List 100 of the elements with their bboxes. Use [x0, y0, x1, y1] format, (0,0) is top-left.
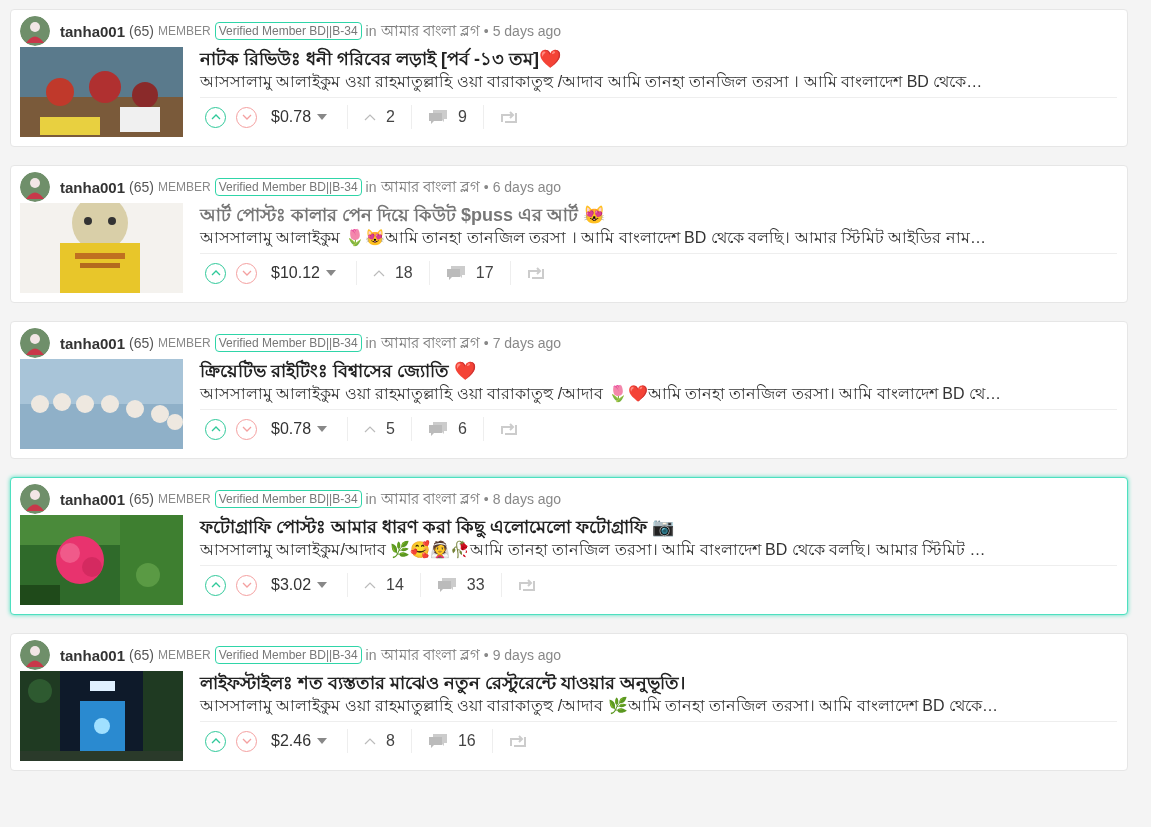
downvote-button[interactable]: [236, 418, 257, 440]
in-label: in: [365, 179, 377, 195]
resteem-icon[interactable]: [517, 578, 536, 592]
comment-count[interactable]: 6: [457, 420, 467, 438]
caret-icon: [317, 114, 328, 120]
reputation: (65): [129, 179, 154, 195]
upvote-button[interactable]: [205, 730, 226, 752]
chevron-down-icon: [241, 738, 252, 744]
upvote-button[interactable]: [205, 418, 226, 440]
author-link[interactable]: tanha001: [60, 178, 126, 196]
post-excerpt[interactable]: আসসালামু আলাইকুম ওয়া রাহমাতুল্লাহি ওয়া বারাকাতুহু /আদাব আমি তানহা তানজিল তরসা । আমি বাংলাদেশ BD থেকে…: [200, 71, 1117, 98]
downvote-button[interactable]: [236, 574, 257, 596]
payout-dropdown[interactable]: $0.78: [267, 108, 332, 126]
chevron-up-icon: [364, 113, 377, 121]
role-label: MEMBER: [157, 24, 211, 38]
member-badge: Verified Member BD||B-34: [214, 334, 362, 352]
post-excerpt[interactable]: আসসালামু আলাইকুম/আদাব 🌿🥰👰🥀আমি তানহা তানজিল তরসা। আমি বাংলাদেশ BD থেকে বলছি। আমার স্টিমিট …: [200, 539, 1117, 566]
chevron-up-icon: [364, 425, 377, 433]
post-excerpt[interactable]: আসসালামু আলাইকুম 🌷😻আমি তানহা তানজিল তরসা । আমি বাংলাদেশ BD থেকে বলছি। আমার স্টিমিট আইডির নাম…: [200, 227, 1117, 254]
vote-count[interactable]: 5: [386, 420, 395, 438]
post-age: • 9 days ago: [483, 647, 562, 663]
member-badge: Verified Member BD||B-34: [214, 178, 362, 196]
member-badge: Verified Member BD||B-34: [214, 646, 362, 664]
community-link[interactable]: আমার বাংলা ব্লগ: [380, 330, 480, 356]
member-badge: Verified Member BD||B-34: [214, 22, 362, 40]
vote-count[interactable]: 8: [386, 732, 395, 750]
chevron-up-icon: [210, 738, 221, 744]
chevron-down-icon: [241, 582, 252, 588]
avatar[interactable]: [20, 484, 50, 514]
upvote-button[interactable]: [205, 262, 226, 284]
avatar[interactable]: [20, 172, 50, 202]
resteem-icon[interactable]: [508, 734, 527, 748]
comment-count[interactable]: 9: [457, 108, 467, 126]
community-link[interactable]: আমার বাংলা ব্লগ: [380, 18, 480, 44]
post-title[interactable]: নাটক রিভিউঃ ধনী গরিবের লড়াই [পর্ব -১৩ তম]❤: [200, 47, 1117, 71]
caret-icon: [317, 582, 328, 588]
resteem-icon[interactable]: [499, 422, 518, 436]
resteem-icon[interactable]: [499, 110, 518, 124]
role-label: MEMBER: [157, 492, 211, 506]
comments-icon[interactable]: [427, 733, 448, 749]
caret-icon: [317, 738, 328, 744]
upvote-button[interactable]: [205, 106, 226, 128]
payout-dropdown[interactable]: $10.12: [267, 264, 340, 282]
post-age: • 8 days ago: [483, 491, 562, 507]
comments-icon[interactable]: [436, 577, 457, 593]
post-title[interactable]: ফটোগ্রাফি পোস্টঃ আমার ধারণ করা কিছু এলোমেলো ফটোগ্রাফি 📷: [200, 515, 1117, 539]
in-label: in: [365, 23, 377, 39]
post-age: • 5 days ago: [483, 23, 562, 39]
role-label: MEMBER: [157, 336, 211, 350]
payout-dropdown[interactable]: $0.78: [267, 420, 332, 438]
comments-icon[interactable]: [445, 265, 466, 281]
vote-count[interactable]: 2: [386, 108, 395, 126]
chevron-down-icon: [241, 426, 252, 432]
comment-count[interactable]: 16: [457, 732, 476, 750]
member-badge: Verified Member BD||B-34: [214, 490, 362, 508]
resteem-icon[interactable]: [526, 266, 545, 280]
author-link[interactable]: tanha001: [60, 646, 126, 664]
reputation: (65): [129, 491, 154, 507]
payout-dropdown[interactable]: $3.02: [267, 576, 332, 594]
caret-icon: [325, 270, 336, 276]
payout-dropdown[interactable]: $2.46: [267, 732, 332, 750]
avatar[interactable]: [20, 328, 50, 358]
author-link[interactable]: tanha001: [60, 334, 126, 352]
vote-count[interactable]: 14: [386, 576, 404, 594]
post-title[interactable]: আর্ট পোস্টঃ কালার পেন দিয়ে কিউট $puss এর আর্ট 😻: [200, 203, 1117, 227]
downvote-button[interactable]: [236, 106, 257, 128]
reputation: (65): [129, 647, 154, 663]
chevron-up-icon: [210, 270, 221, 276]
author-link[interactable]: tanha001: [60, 490, 126, 508]
post-age: • 6 days ago: [483, 179, 562, 195]
in-label: in: [365, 491, 377, 507]
downvote-button[interactable]: [236, 730, 257, 752]
role-label: MEMBER: [157, 648, 211, 662]
post-title[interactable]: ক্রিয়েটিভ রাইটিংঃ বিশ্বাসের জ্যোতি ❤: [200, 359, 1117, 383]
post-excerpt[interactable]: আসসালামু আলাইকুম ওয়া রাহমাতুল্লাহি ওয়া বারাকাতুহু /আদাব 🌿আমি তানহা তানজিল তরসা। আমি বাংলাদেশ BD থেকে…: [200, 695, 1117, 722]
post-excerpt[interactable]: আসসালামু আলাইকুম ওয়া রাহমাতুল্লাহি ওয়া বারাকাতুহু /আদাব 🌷❤আমি তানহা তানজিল তরসা। আমি বাংলাদেশ BD থে…: [200, 383, 1117, 410]
comment-count[interactable]: 33: [466, 576, 485, 594]
vote-count[interactable]: 18: [394, 264, 413, 282]
avatar[interactable]: [20, 640, 50, 670]
chevron-up-icon: [364, 581, 377, 589]
community-link[interactable]: আমার বাংলা ব্লগ: [380, 642, 480, 668]
community-link[interactable]: আমার বাংলা ব্লগ: [380, 174, 480, 200]
chevron-up-icon: [210, 426, 221, 432]
post-title[interactable]: লাইফস্টাইলঃ শত ব্যস্ততার মাঝেও নতুন রেস্টুরেন্টে যাওয়ার অনুভূতি।: [200, 671, 1117, 695]
comments-icon[interactable]: [427, 109, 448, 125]
comment-count[interactable]: 17: [475, 264, 494, 282]
avatar[interactable]: [20, 16, 50, 46]
post-age: • 7 days ago: [483, 335, 562, 351]
community-link[interactable]: আমার বাংলা ব্লগ: [380, 486, 480, 512]
in-label: in: [365, 335, 377, 351]
role-label: MEMBER: [157, 180, 211, 194]
in-label: in: [365, 647, 377, 663]
author-link[interactable]: tanha001: [60, 22, 126, 40]
upvote-button[interactable]: [205, 574, 226, 596]
reputation: (65): [129, 335, 154, 351]
downvote-button[interactable]: [236, 262, 257, 284]
comments-icon[interactable]: [427, 421, 448, 437]
reputation: (65): [129, 23, 154, 39]
chevron-down-icon: [241, 114, 252, 120]
chevron-down-icon: [241, 270, 252, 276]
